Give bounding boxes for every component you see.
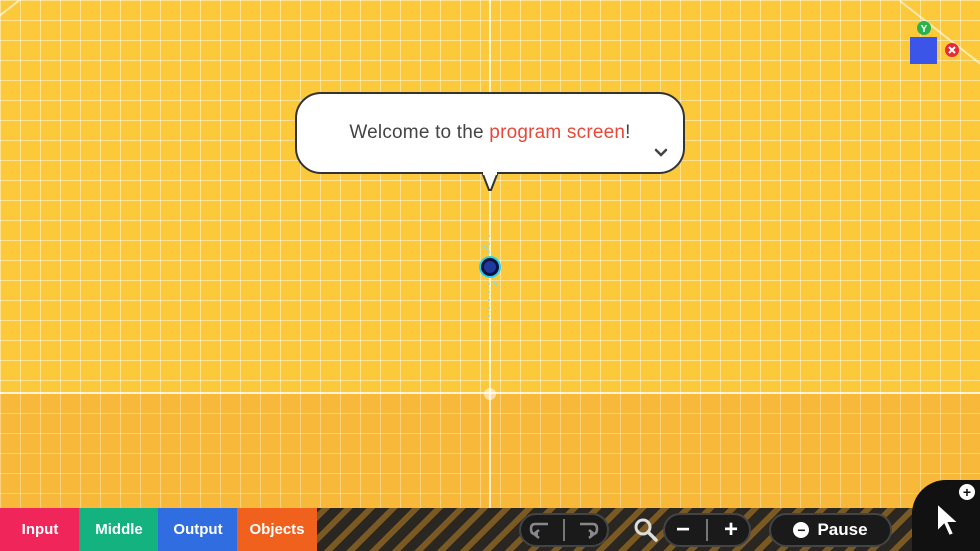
bubble-text-after: !	[625, 122, 631, 143]
tab-output[interactable]: Output	[158, 508, 238, 551]
undo-redo-divider	[563, 519, 565, 541]
cursor-arrow-icon	[936, 500, 962, 538]
pause-button[interactable]: − Pause	[769, 513, 892, 547]
zoom-divider	[706, 519, 708, 541]
redo-icon	[580, 522, 599, 539]
zoom-in-button[interactable]: +	[716, 515, 746, 545]
tab-middle[interactable]: Middle	[79, 508, 159, 551]
zoom-control: − +	[663, 513, 751, 547]
plus-button-icon: +	[959, 484, 975, 500]
bubble-text-before: Welcome to the	[349, 122, 490, 143]
perspective-line-left	[0, 0, 68, 32]
minus-button-icon: −	[793, 522, 810, 538]
bubble-highlight-text: program screen	[489, 122, 626, 143]
axis-gizmo-icon[interactable]: Y	[902, 20, 966, 70]
undo-button[interactable]	[525, 515, 555, 545]
pointer-node[interactable]	[481, 258, 499, 276]
gizmo-y-label: Y	[921, 24, 928, 35]
magnifier-icon	[634, 518, 658, 542]
tutorial-speech-bubble[interactable]: Welcome to the program screen!	[295, 92, 685, 174]
tab-input[interactable]: Input	[0, 508, 80, 551]
undo-redo-control	[519, 513, 609, 547]
zoom-out-button[interactable]: −	[668, 515, 698, 545]
tab-objects[interactable]: Objects	[237, 508, 317, 551]
pause-label: Pause	[817, 520, 868, 539]
redo-button[interactable]	[573, 515, 603, 545]
chevron-down-icon[interactable]	[654, 148, 668, 158]
undo-icon	[529, 522, 548, 539]
origin-marker	[484, 388, 496, 400]
bubble-tail	[482, 172, 498, 191]
pointer-trail	[482, 235, 498, 320]
